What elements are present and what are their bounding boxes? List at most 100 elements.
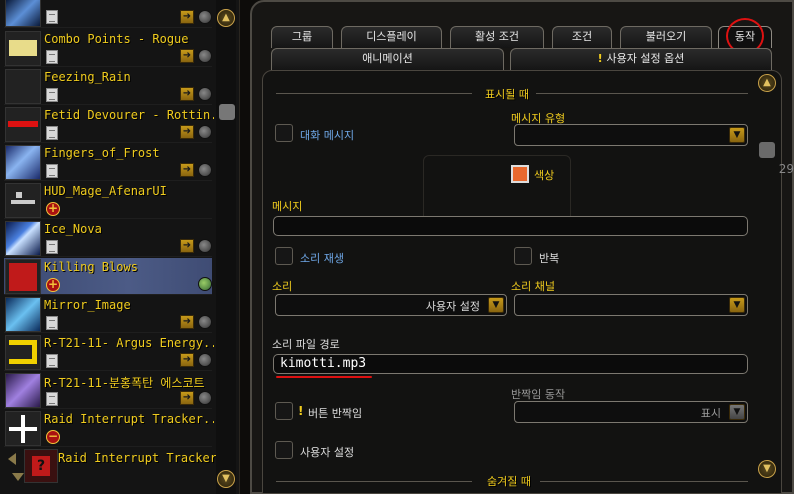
scroll-up-icon[interactable]: ▲ — [758, 74, 776, 92]
chevron-down-icon[interactable]: ▼ — [729, 297, 745, 313]
list-item[interactable]: Ice_Nova ➜ — [4, 220, 212, 257]
list-item[interactable]: HUD_Mage_AfenarUI + — [4, 182, 212, 219]
scroll-up-icon[interactable]: ▲ — [217, 9, 235, 27]
document-icon[interactable] — [46, 354, 58, 368]
tab-group[interactable]: 그룹 — [271, 26, 333, 48]
document-icon[interactable] — [46, 88, 58, 102]
chevron-down-icon[interactable]: ▼ — [488, 297, 504, 313]
document-icon[interactable] — [46, 240, 58, 254]
circle-icon[interactable] — [198, 87, 212, 101]
tab-load[interactable]: 불러오기 — [620, 26, 712, 48]
glow-action-dropdown[interactable]: 표시 ▼ — [514, 401, 748, 423]
repeat-checkbox[interactable] — [514, 247, 532, 265]
expand-arrow-icon[interactable] — [12, 473, 24, 481]
list-item[interactable]: Mirror_Image ➜ — [4, 296, 212, 333]
item-label: Mirror_Image — [44, 298, 131, 312]
document-icon[interactable] — [46, 126, 58, 140]
message-label: 메시지 — [272, 200, 303, 213]
tab-custom-options[interactable]: ! 사용자 설정 옵션 — [510, 48, 772, 70]
message-input[interactable] — [273, 216, 748, 236]
circle-icon[interactable] — [198, 315, 212, 329]
item-label: Raid Interrupt Tracker — [58, 451, 217, 465]
energy-bar-icon — [5, 335, 41, 370]
circle-icon[interactable] — [198, 49, 212, 63]
item-label: R-T21-11-분홍폭탄 에스코트 — [44, 376, 205, 390]
item-label: Raid Interrupt Tracker... — [44, 412, 214, 426]
document-icon[interactable] — [46, 10, 58, 24]
mirror-image-icon — [5, 297, 41, 332]
play-sound-label: 소리 재생 — [300, 252, 344, 265]
list-item[interactable]: Fingers_of_Frost ➜ — [4, 144, 212, 181]
scroll-thumb[interactable] — [219, 104, 235, 120]
custom-checkbox[interactable] — [275, 441, 293, 459]
arrow-icon[interactable]: ➜ — [180, 49, 194, 63]
list-item[interactable]: Combo Points - Rogue ➜ — [4, 30, 212, 67]
list-item[interactable]: Raid Interrupt Tracker... − — [4, 410, 214, 447]
arrow-icon[interactable]: ➜ — [180, 391, 194, 405]
list-item[interactable]: R-T21-11-분홍폭탄 에스코트 ➜ — [4, 372, 212, 409]
question-icon: ? — [24, 449, 58, 483]
arrow-icon[interactable]: ➜ — [180, 125, 194, 139]
list-item[interactable]: R-T21-11- Argus Energy... ➜ — [4, 334, 214, 371]
annotation-underline — [276, 376, 372, 378]
sound-value: 사용자 설정 — [425, 300, 480, 313]
collapse-arrow-icon[interactable] — [8, 453, 16, 465]
play-sound-checkbox[interactable] — [275, 247, 293, 265]
circle-icon[interactable] — [198, 239, 212, 253]
arrow-icon[interactable]: ➜ — [180, 10, 194, 24]
sound-file-path-input[interactable]: kimotti.mp3 — [273, 354, 748, 374]
document-icon[interactable] — [46, 316, 58, 330]
chevron-down-icon[interactable]: ▼ — [729, 127, 745, 143]
item-label: HUD_Mage_AfenarUI — [44, 184, 167, 198]
collapse-minus-icon[interactable]: − — [46, 430, 60, 444]
tab-display[interactable]: 디스플레이 — [341, 26, 442, 48]
edge-number: 29 — [778, 162, 794, 176]
arrow-icon[interactable]: ➜ — [180, 163, 194, 177]
item-label: R-T21-11- Argus Energy... — [44, 336, 214, 350]
item-label: Fetid Devourer - Rottin... — [44, 108, 214, 122]
button-glow-label: 버튼 반짝임 — [308, 407, 363, 420]
yellow-bar-icon — [5, 31, 41, 66]
document-icon[interactable] — [46, 392, 58, 406]
frost-icon — [5, 0, 41, 27]
list-item-selected[interactable]: Killing Blows + — [4, 258, 212, 295]
list-item[interactable]: ? Raid Interrupt Tracker — [4, 447, 217, 491]
tab-conditions[interactable]: 조건 — [552, 26, 612, 48]
expand-plus-icon[interactable]: + — [46, 202, 60, 216]
scroll-down-icon[interactable]: ▼ — [758, 460, 776, 478]
list-item[interactable]: Feezing_Rain ➜ — [4, 68, 212, 105]
cross-icon — [5, 411, 41, 446]
circle-icon[interactable] — [198, 163, 212, 177]
expand-plus-icon[interactable]: + — [46, 278, 60, 292]
tab-trigger[interactable]: 활성 조건 — [450, 26, 544, 48]
circle-icon[interactable] — [198, 125, 212, 139]
chevron-down-icon[interactable]: ▼ — [729, 404, 745, 420]
circle-icon[interactable] — [198, 391, 212, 405]
chat-message-checkbox[interactable] — [275, 124, 293, 142]
list-scrollbar[interactable] — [216, 0, 236, 494]
color-swatch[interactable] — [511, 165, 529, 183]
message-type-dropdown[interactable]: ▼ — [514, 124, 748, 146]
divider — [540, 481, 748, 482]
arrow-icon[interactable]: ➜ — [180, 87, 194, 101]
arrow-icon[interactable]: ➜ — [180, 315, 194, 329]
item-label: Combo Points - Rogue — [44, 32, 189, 46]
arrow-icon[interactable]: ➜ — [180, 239, 194, 253]
warning-icon: ! — [597, 52, 607, 65]
document-icon[interactable] — [46, 50, 58, 64]
circle-icon[interactable] — [198, 353, 212, 367]
sound-dropdown[interactable]: 사용자 설정 ▼ — [275, 294, 507, 316]
tab-animations[interactable]: 애니메이션 — [271, 48, 504, 70]
arrow-icon[interactable]: ➜ — [180, 353, 194, 367]
list-item[interactable]: Fetid Devourer - Rottin... ➜ — [4, 106, 214, 143]
color-label: 색상 — [534, 169, 555, 182]
status-circle-icon[interactable] — [198, 277, 212, 291]
empty-icon — [5, 69, 41, 104]
scroll-thumb[interactable] — [759, 142, 775, 158]
button-glow-checkbox[interactable] — [275, 402, 293, 420]
document-icon[interactable] — [46, 164, 58, 178]
sound-channel-dropdown[interactable]: ▼ — [514, 294, 748, 316]
scroll-down-icon[interactable]: ▼ — [217, 470, 235, 488]
list-item[interactable]: ➜ — [4, 0, 212, 28]
circle-icon[interactable] — [198, 10, 212, 24]
